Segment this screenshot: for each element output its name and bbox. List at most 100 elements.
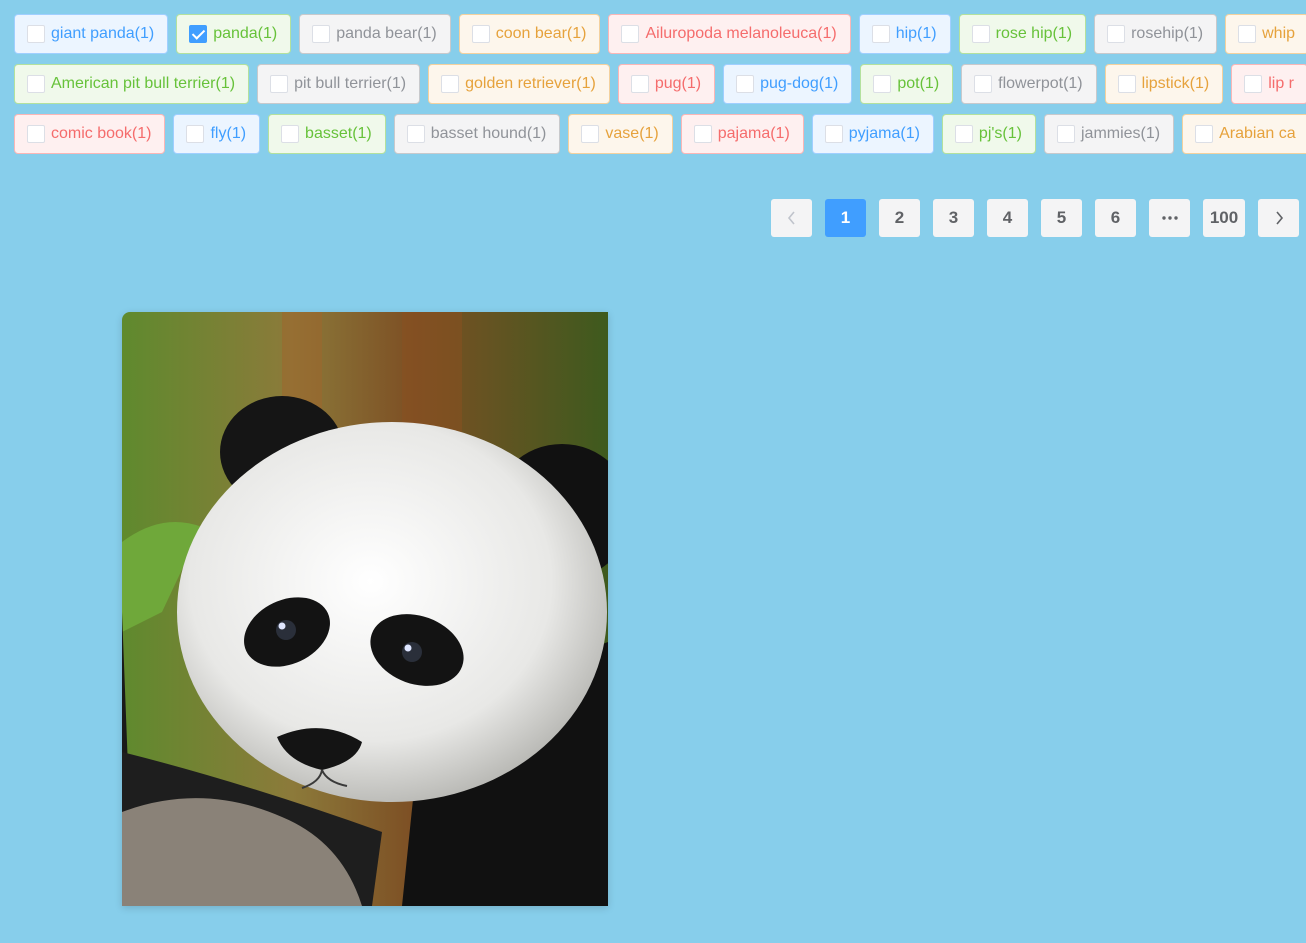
checkbox[interactable] [27, 25, 45, 43]
tag-label: vase(1) [605, 125, 659, 142]
tag-chip[interactable]: pyjama(1) [811, 114, 934, 154]
tag-chip[interactable]: Arabian ca [1182, 114, 1306, 154]
checkbox[interactable] [824, 125, 843, 143]
checkbox[interactable] [27, 75, 45, 93]
tag-row: comic book(1) fly(1) basset(1) basset hound… [14, 114, 1306, 154]
page-button[interactable]: 6 [1095, 199, 1136, 237]
tag-label: basset(1) [305, 125, 372, 142]
checkbox[interactable] [27, 125, 45, 143]
tag-label: Ailuropoda melanoleuca(1) [645, 25, 837, 42]
tag-chip[interactable]: panda bear(1) [299, 14, 451, 54]
tag-chip[interactable]: panda(1) [176, 14, 292, 54]
checkbox[interactable] [186, 125, 205, 143]
tag-chip[interactable]: basset(1) [268, 114, 386, 154]
tag-label: basset hound(1) [430, 125, 547, 142]
tag-label: golden retriever(1) [465, 75, 596, 92]
tag-chip[interactable]: American pit bull terrier(1) [14, 64, 250, 104]
panda-photo [122, 312, 608, 906]
chevron-left-icon [787, 211, 795, 225]
tag-label: comic book(1) [51, 125, 152, 142]
checkbox[interactable] [441, 75, 460, 93]
page-button[interactable]: 3 [933, 199, 974, 237]
tag-chip[interactable]: fly(1) [173, 114, 261, 154]
tag-chip[interactable]: pug-dog(1) [723, 64, 853, 104]
tag-chip[interactable]: Ailuropoda melanoleuca(1) [608, 14, 851, 54]
checkbox[interactable] [1117, 75, 1136, 93]
page-button[interactable]: 5 [1041, 199, 1082, 237]
checkbox[interactable] [1195, 125, 1214, 143]
tag-chip[interactable]: hip(1) [858, 14, 951, 54]
checkbox[interactable] [871, 25, 890, 43]
checkbox[interactable] [270, 75, 289, 93]
tag-label: pajama(1) [717, 125, 790, 142]
checkbox-checked[interactable] [189, 25, 208, 43]
tag-chip[interactable]: pj's(1) [941, 114, 1036, 154]
more-dots-icon [1161, 216, 1178, 220]
pagination: 1 2 3 4 5 6 100 [771, 199, 1299, 237]
tag-row: giant panda(1) panda(1) panda bear(1) coon … [14, 14, 1306, 54]
tag-chip[interactable]: comic book(1) [14, 114, 166, 154]
checkbox[interactable] [736, 75, 755, 93]
page-button[interactable]: 4 [987, 199, 1028, 237]
tag-label: Arabian ca [1219, 125, 1296, 142]
tag-chip[interactable]: rosehip(1) [1094, 14, 1218, 54]
checkbox[interactable] [693, 125, 712, 143]
tag-chip[interactable]: vase(1) [568, 114, 673, 154]
checkbox[interactable] [312, 25, 331, 43]
tag-chip[interactable]: rose hip(1) [958, 14, 1087, 54]
tag-row: American pit bull terrier(1) pit bull ter… [14, 64, 1306, 104]
page-button[interactable]: 1 [825, 199, 866, 237]
tag-label: panda bear(1) [336, 25, 437, 42]
tag-chip[interactable]: pug(1) [617, 64, 716, 104]
tag-label: lip r [1268, 75, 1294, 92]
checkbox[interactable] [281, 125, 300, 143]
tag-chip[interactable]: whip [1225, 14, 1306, 54]
tag-chip[interactable]: pot(1) [860, 64, 954, 104]
last-page-button[interactable]: 100 [1203, 199, 1245, 237]
checkbox[interactable] [954, 125, 973, 143]
tag-label: American pit bull terrier(1) [51, 75, 236, 92]
checkbox[interactable] [630, 75, 649, 93]
checkbox[interactable] [1238, 25, 1257, 43]
tag-label: coon bear(1) [495, 25, 587, 42]
tag-label: rose hip(1) [995, 25, 1073, 42]
checkbox[interactable] [621, 25, 640, 43]
tag-chip[interactable]: coon bear(1) [458, 14, 601, 54]
tag-chip[interactable]: flowerpot(1) [961, 64, 1097, 104]
tag-label: whip [1262, 25, 1296, 42]
tag-chip[interactable]: lipstick(1) [1104, 64, 1224, 104]
page-button[interactable]: 2 [879, 199, 920, 237]
checkbox[interactable] [581, 125, 600, 143]
prev-page-button[interactable] [771, 199, 812, 237]
checkbox[interactable] [971, 25, 990, 43]
checkbox[interactable] [1056, 125, 1075, 143]
tag-chip[interactable]: basset hound(1) [393, 114, 561, 154]
tag-chip[interactable]: pit bull terrier(1) [257, 64, 421, 104]
checkbox[interactable] [1244, 75, 1263, 93]
checkbox[interactable] [974, 75, 993, 93]
tag-chip[interactable]: jammies(1) [1043, 114, 1175, 154]
tag-label: jammies(1) [1080, 125, 1161, 142]
more-pages-button[interactable] [1149, 199, 1190, 237]
tag-chip[interactable]: golden retriever(1) [428, 64, 610, 104]
checkbox[interactable] [1107, 25, 1126, 43]
tag-label: flowerpot(1) [998, 75, 1083, 92]
tag-label: lipstick(1) [1141, 75, 1210, 92]
tag-label: giant panda(1) [51, 25, 155, 42]
tag-label: pot(1) [897, 75, 940, 92]
checkbox[interactable] [471, 25, 490, 43]
tag-label: pug-dog(1) [760, 75, 839, 92]
tag-label: pit bull terrier(1) [294, 75, 407, 92]
tag-chip[interactable]: giant panda(1) [14, 14, 169, 54]
tag-chip[interactable]: lip r [1231, 64, 1306, 104]
next-page-button[interactable] [1258, 199, 1299, 237]
tag-chip[interactable]: pajama(1) [680, 114, 804, 154]
tag-label: pug(1) [654, 75, 702, 92]
tag-label: panda(1) [213, 25, 278, 42]
checkbox[interactable] [873, 75, 892, 93]
tag-label: pyjama(1) [848, 125, 920, 142]
checkbox[interactable] [406, 125, 425, 143]
tag-label: fly(1) [210, 125, 247, 142]
tag-label: hip(1) [895, 25, 937, 42]
tag-label: pj's(1) [978, 125, 1022, 142]
